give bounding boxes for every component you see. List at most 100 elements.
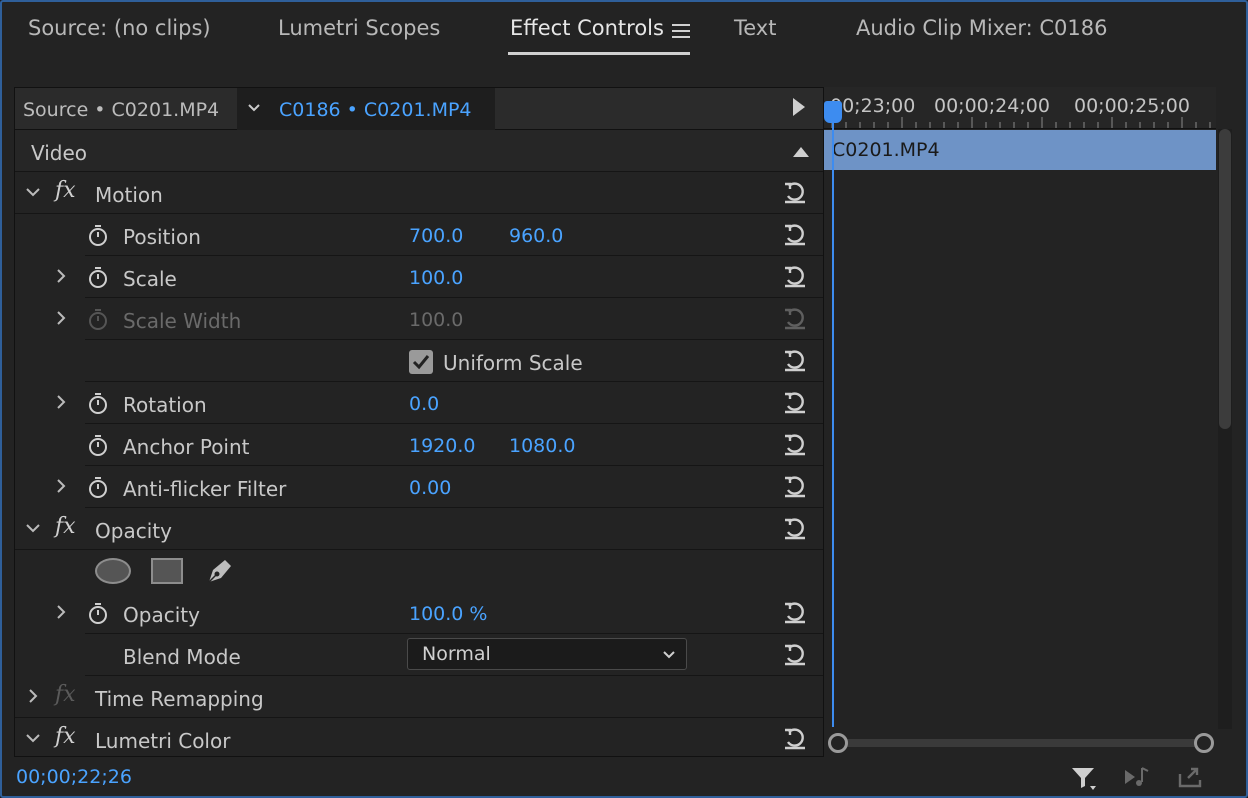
collapse-up-icon[interactable] (793, 147, 809, 157)
property-scale: Scale 100.0 (57, 256, 823, 298)
reset-icon (785, 308, 805, 330)
property-label: Scale Width (123, 309, 242, 333)
chevron-down-icon (248, 104, 260, 112)
filter-icon[interactable] (1068, 762, 1098, 792)
scale-width-value: 100.0 (409, 309, 464, 331)
pen-icon[interactable] (203, 554, 237, 588)
vertical-scrollbar[interactable] (1218, 129, 1232, 729)
property-label: Rotation (123, 393, 207, 417)
position-x-value[interactable]: 700.0 (409, 225, 463, 247)
effect-motion[interactable]: fx Motion (15, 172, 823, 214)
effect-name: Lumetri Color (95, 729, 231, 753)
property-scale-width: Scale Width 100.0 (57, 298, 823, 340)
reset-icon[interactable] (781, 640, 809, 668)
effect-opacity[interactable]: fx Opacity (15, 508, 823, 550)
anchor-y-value[interactable]: 1080.0 (509, 435, 575, 457)
reset-icon[interactable] (781, 220, 809, 248)
opacity-value[interactable]: 100.0 % (409, 603, 488, 625)
chevron-right-icon[interactable] (25, 688, 41, 704)
ruler-ticks (831, 117, 1211, 128)
effect-name: Time Remapping (95, 687, 264, 711)
tab-lumetri-scopes[interactable]: Lumetri Scopes (278, 16, 440, 40)
blend-mode-select[interactable]: Normal (407, 638, 687, 670)
stopwatch-icon[interactable] (87, 392, 109, 414)
panel-menu-icon[interactable] (672, 24, 690, 40)
tab-source[interactable]: Source: (no clips) (28, 16, 211, 40)
show-timeline-play-icon[interactable] (793, 98, 805, 116)
mask-tools (85, 550, 823, 592)
export-icon[interactable] (1176, 762, 1206, 792)
effect-controls-panel: Source: (no clips) Lumetri Scopes Effect… (0, 0, 1248, 798)
reset-icon[interactable] (781, 262, 809, 290)
rotation-value[interactable]: 0.0 (409, 393, 439, 415)
stopwatch-icon (89, 309, 107, 330)
chevron-right-icon[interactable] (53, 268, 69, 284)
time-ruler[interactable]: 00;23;00 00;00;24;00 00;00;25;00 (824, 87, 1216, 129)
play-audio-icon[interactable] (1122, 762, 1152, 792)
chevron-right-icon[interactable] (53, 310, 69, 326)
effect-timeline: 00;23;00 00;00;24;00 00;00;25;00 C0201.M… (824, 87, 1234, 757)
fx-icon[interactable]: fx (55, 724, 76, 749)
reset-icon[interactable] (781, 430, 809, 458)
chevron-down-icon[interactable] (25, 184, 41, 200)
stopwatch-icon[interactable] (87, 434, 109, 456)
zoom-bar[interactable] (838, 739, 1204, 747)
effect-name: Motion (95, 183, 163, 207)
panel-tabs: Source: (no clips) Lumetri Scopes Effect… (2, 2, 1246, 58)
chevron-down-icon[interactable] (25, 730, 41, 746)
anti-flicker-value[interactable]: 0.00 (409, 477, 451, 499)
stopwatch-icon[interactable] (87, 266, 109, 288)
property-anchor-point: Anchor Point 1920.0 1080.0 (85, 424, 823, 466)
chevron-right-icon[interactable] (53, 604, 69, 620)
property-anti-flicker: Anti-flicker Filter 0.00 (57, 466, 823, 508)
stopwatch-icon[interactable] (87, 602, 109, 624)
property-uniform-scale: Uniform Scale (85, 340, 823, 382)
zoom-end-handle[interactable] (1194, 733, 1214, 753)
reset-icon[interactable] (781, 472, 809, 500)
property-label: Opacity (123, 603, 200, 627)
playhead-handle[interactable] (824, 101, 842, 123)
blend-mode-value: Normal (422, 643, 491, 665)
ruler-label: 00;00;24;00 (934, 95, 1050, 117)
effect-lumetri-color[interactable]: fx Lumetri Color (15, 718, 823, 760)
clip-name: C0201.MP4 (832, 139, 940, 161)
chevron-right-icon[interactable] (53, 478, 69, 494)
property-label: Anti-flicker Filter (123, 477, 287, 501)
scrollbar-thumb[interactable] (1219, 129, 1231, 429)
reset-icon[interactable] (781, 346, 809, 374)
scale-value[interactable]: 100.0 (409, 267, 463, 289)
tab-effect-controls[interactable]: Effect Controls (510, 16, 664, 40)
reset-icon[interactable] (781, 598, 809, 626)
reset-icon[interactable] (781, 388, 809, 416)
source-bar: Source • C0201.MP4 C0186 • C0201.MP4 (15, 88, 823, 130)
tab-text[interactable]: Text (734, 16, 776, 40)
uniform-scale-checkbox[interactable] (409, 350, 433, 374)
property-rotation: Rotation 0.0 (57, 382, 823, 424)
source-clip-label[interactable]: Source • C0201.MP4 (23, 99, 219, 121)
playhead-line[interactable] (832, 123, 834, 727)
stopwatch-icon[interactable] (87, 224, 109, 246)
timeline-clip[interactable]: C0201.MP4 (824, 130, 1216, 170)
reset-icon[interactable] (781, 724, 809, 752)
sequence-clip-selector[interactable]: C0186 • C0201.MP4 (237, 88, 495, 130)
effects-list: Source • C0201.MP4 C0186 • C0201.MP4 Vid… (14, 87, 824, 757)
anchor-x-value[interactable]: 1920.0 (409, 435, 475, 457)
chevron-down-icon[interactable] (25, 520, 41, 536)
rectangle-mask-icon[interactable] (151, 558, 183, 584)
ellipse-mask-icon[interactable] (95, 558, 131, 584)
fx-icon[interactable]: fx (55, 514, 76, 539)
stopwatch-icon[interactable] (87, 476, 109, 498)
chevron-right-icon[interactable] (53, 394, 69, 410)
effect-time-remapping[interactable]: fx Time Remapping (15, 676, 823, 718)
position-y-value[interactable]: 960.0 (509, 225, 563, 247)
current-timecode[interactable]: 00;00;22;26 (16, 766, 132, 788)
reset-icon[interactable] (781, 178, 809, 206)
fx-icon: fx (55, 682, 76, 707)
zoom-start-handle[interactable] (828, 733, 848, 753)
property-position: Position 700.0 960.0 (85, 214, 823, 256)
fx-icon[interactable]: fx (55, 178, 76, 203)
reset-icon[interactable] (781, 514, 809, 542)
tab-audio-clip-mixer[interactable]: Audio Clip Mixer: C0186 (856, 16, 1107, 40)
effect-name: Opacity (95, 519, 172, 543)
zoom-scrollbar[interactable] (824, 733, 1216, 753)
